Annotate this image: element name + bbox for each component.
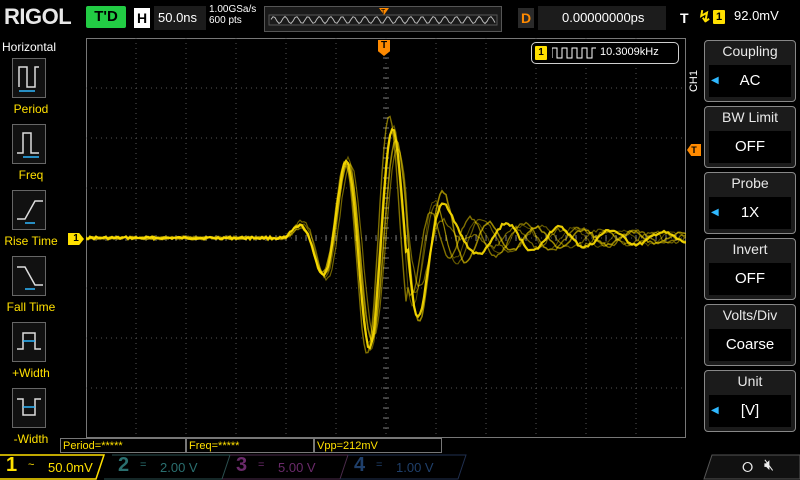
volts-div-value: Coarse (709, 329, 791, 361)
trigger-level-marker-label: T (691, 145, 697, 155)
ch3-scale: 5.00 V (278, 460, 316, 475)
trigger-label: T (680, 10, 689, 26)
measure-positive-width-button[interactable]: +Width (0, 322, 62, 384)
memory-depth: 600 pts (209, 15, 242, 26)
coupling-softkey[interactable]: Coupling AC ◀ (704, 40, 796, 102)
delay-value[interactable]: 0.00000000ps (538, 6, 666, 30)
measure-freq-button[interactable]: Freq (0, 124, 62, 186)
ch2-coupling-icon: = (140, 459, 147, 471)
menu-title: Horizontal (2, 40, 57, 54)
ch2-number: 2 (118, 454, 130, 476)
ch1-number: 1 (6, 454, 18, 476)
memory-waveform-overview: T (268, 8, 498, 26)
ch3-coupling-icon: = (258, 459, 265, 471)
timebase-value[interactable]: 50.0ns (154, 6, 206, 30)
frequency-counter-badge: 1 10.3009kHz (531, 42, 679, 64)
negative-width-icon (12, 388, 46, 428)
ch1-waveform (86, 115, 686, 354)
probe-value: 1X (709, 197, 791, 229)
ch4-scale: 1.00 V (396, 460, 434, 475)
positive-width-icon (12, 322, 46, 362)
fall-time-label: Fall Time (6, 300, 56, 314)
run-state-badge[interactable]: T'D (86, 6, 126, 28)
period-measurement[interactable]: Period=***** (60, 438, 186, 453)
trigger-level-value[interactable]: 92.0mV (734, 8, 779, 23)
sample-rate: 1.00GSa/s (209, 4, 257, 15)
measure-period-button[interactable]: Period (0, 58, 62, 120)
ch2-scale: 2.00 V (160, 460, 198, 475)
ch1-coupling-icon: ~ (28, 459, 35, 471)
ch1-menu-tag: CH1 (688, 70, 700, 93)
ch4-number: 4 (354, 454, 366, 476)
ch1-offset-marker[interactable]: 1 (68, 233, 84, 245)
freq-channel-badge: 1 (535, 46, 547, 60)
ch3-number: 3 (236, 454, 248, 476)
bw-limit-title: BW Limit (722, 109, 778, 125)
invert-softkey[interactable]: Invert OFF (704, 238, 796, 300)
rigol-logo: RIGOL (4, 4, 72, 29)
rise-time-label: Rise Time (4, 234, 58, 248)
trigger-level-marker[interactable]: T (687, 144, 701, 156)
volts-div-title: Volts/Div (722, 307, 778, 323)
ch1-marker-label: 1 (73, 233, 79, 244)
channel-menu: Coupling AC ◀ BW Limit OFF Probe 1X ◀ In… (704, 38, 800, 452)
horizontal-measure-menu: Horizontal Period Freq Rise Time Fall Ti… (0, 38, 62, 452)
memory-position-bar: T (264, 6, 502, 32)
waveform-canvas[interactable] (86, 38, 686, 438)
frequency-icon (12, 124, 46, 164)
svg-text:T: T (381, 9, 386, 16)
freq-label: Freq (18, 168, 44, 182)
ch3-status[interactable]: 3 = 5.00 V (230, 454, 348, 480)
unit-title: Unit (737, 373, 763, 389)
trigger-marker-label: T (380, 40, 388, 51)
ch1-scale: 50.0mV (48, 460, 93, 475)
fall-time-icon (12, 256, 46, 296)
usb-icon: ⭘ (742, 459, 754, 475)
sample-rate-info: 1.00GSa/s 600 pts (209, 4, 256, 26)
square-wave-icon (552, 47, 596, 59)
bw-limit-softkey[interactable]: BW Limit OFF (704, 106, 796, 168)
unit-softkey[interactable]: Unit [V] ◀ (704, 370, 796, 432)
bw-limit-value: OFF (709, 131, 791, 163)
measure-rise-time-button[interactable]: Rise Time (0, 190, 62, 252)
channel-status-bar: 1 ~ 50.0mV 2 = 2.00 V 3 = 5.00 V 4 = 1.0… (0, 454, 800, 480)
probe-title: Probe (731, 175, 769, 191)
rising-edge-icon: ↯ (698, 9, 712, 26)
coupling-title: Coupling (722, 43, 778, 59)
frequency-value: 10.3009kHz (600, 46, 659, 58)
volts-div-softkey[interactable]: Volts/Div Coarse (704, 304, 796, 366)
vpp-measurement[interactable]: Vpp=212mV (314, 438, 442, 453)
freq-measurement[interactable]: Freq=***** (186, 438, 314, 453)
rise-time-icon (12, 190, 46, 230)
ch1-status[interactable]: 1 ~ 50.0mV (0, 454, 112, 480)
knob-arrow-icon: ◀ (711, 75, 719, 86)
probe-softkey[interactable]: Probe 1X ◀ (704, 172, 796, 234)
invert-title: Invert (732, 241, 768, 257)
knob-arrow-icon: ◀ (711, 405, 719, 416)
positive-width-label: +Width (12, 366, 50, 380)
coupling-value: AC (709, 65, 791, 97)
measure-fall-time-button[interactable]: Fall Time (0, 256, 62, 318)
status-bar: RIGOL T'D H 50.0ns 1.00GSa/s 600 pts T D… (0, 0, 800, 38)
ch2-status[interactable]: 2 = 2.00 V (112, 454, 230, 480)
period-label: Period (13, 102, 49, 116)
trigger-source-badge[interactable]: 1 (713, 10, 725, 24)
knob-arrow-icon: ◀ (711, 207, 719, 218)
waveform-display[interactable] (86, 38, 686, 438)
unit-value: [V] (709, 395, 791, 427)
speaker-mute-icon[interactable]: 🔇︎ (764, 457, 774, 475)
horizontal-label: H (134, 8, 150, 28)
period-icon (12, 58, 46, 98)
measurement-bar: Period=***** Freq=***** Vpp=212mV (0, 438, 704, 454)
ch4-status[interactable]: 4 = 1.00 V (348, 454, 466, 480)
ch4-coupling-icon: = (376, 459, 383, 471)
invert-value: OFF (709, 263, 791, 295)
delay-label: D (518, 8, 534, 28)
